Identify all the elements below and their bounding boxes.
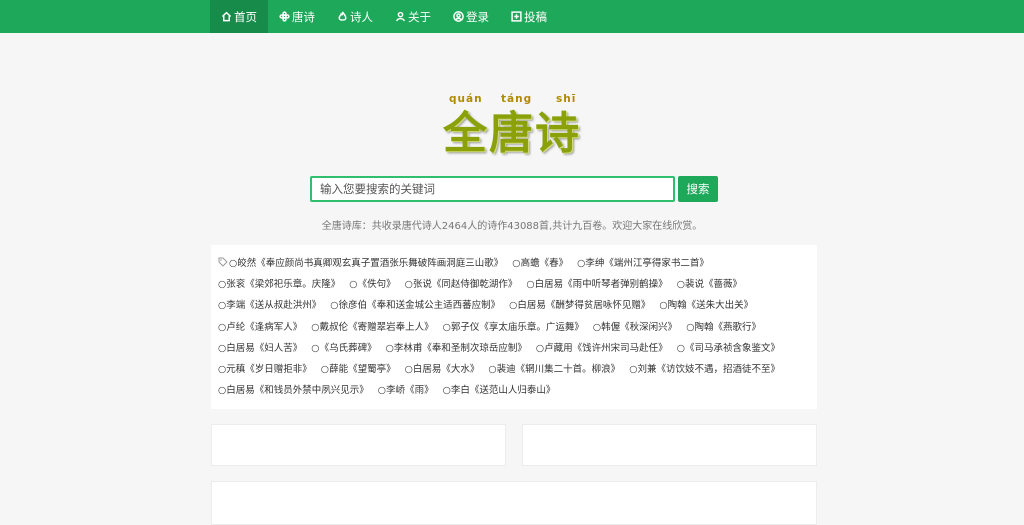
poem-link[interactable]: ○李林甫《奉和圣制次琼岳应制》 <box>386 339 527 360</box>
poem-link[interactable]: ○卢藏用《饯许州宋司马赴任》 <box>536 339 668 360</box>
tag-icon <box>218 257 228 267</box>
nav-item-home[interactable]: 首页 <box>210 0 268 33</box>
poem-link[interactable]: ○卢纶《逢病军人》 <box>218 318 302 339</box>
user-circle-icon <box>453 11 464 22</box>
users-icon <box>396 11 405 22</box>
poem-link-label: ○皎然《奉应颜尚书真卿观玄真子置酒张乐舞破阵画洞庭三山歌》 <box>229 258 504 269</box>
search-button[interactable]: 搜索 <box>678 176 718 202</box>
nav-menu: 首页 唐诗 诗人 关于 登录 投稿 <box>210 0 558 33</box>
poem-link[interactable]: ○刘兼《访饮妓不遇，招酒徒不至》 <box>629 360 780 381</box>
poem-link[interactable]: ○元稹《岁日赠拒非》 <box>218 360 312 381</box>
poem-link[interactable]: ○陶翰《送朱大出关》 <box>659 296 753 317</box>
nav-item-label: 唐诗 <box>292 9 315 24</box>
poem-link[interactable]: ○高蟾《春》 <box>512 254 568 275</box>
nav-item-label: 登录 <box>466 9 489 24</box>
poem-link[interactable]: ○《司马承祯含象鉴文》 <box>677 339 780 360</box>
nav-item-login[interactable]: 登录 <box>442 0 500 33</box>
poem-link[interactable]: ○《乌氏葬碑》 <box>311 339 376 360</box>
pinyin-quan: quán <box>449 93 483 105</box>
poem-link[interactable]: ○白居易《妇人苦》 <box>218 339 302 360</box>
site-logo-title: 全唐诗 <box>443 108 581 159</box>
nav-item-label: 首页 <box>234 9 257 24</box>
poem-link[interactable]: ○《佚句》 <box>349 275 395 296</box>
content-box-right <box>522 424 817 466</box>
poem-link[interactable]: ○白居易《大水》 <box>405 360 480 381</box>
pinyin-shi: shī <box>556 93 577 105</box>
poem-link[interactable]: ○白居易《和钱员外禁中夙兴见示》 <box>218 381 369 402</box>
poem-link[interactable]: ○皎然《奉应颜尚书真卿观玄真子置酒张乐舞破阵画洞庭三山歌》 <box>218 254 503 275</box>
poem-link[interactable]: ○郭子仪《享太庙乐章。广运舞》 <box>443 318 584 339</box>
pinyin-tang: táng <box>501 93 533 105</box>
logo-pinyin: quán táng shī <box>0 93 1024 107</box>
nav-item-tang-poems[interactable]: 唐诗 <box>268 0 326 33</box>
poem-link[interactable]: ○白居易《酬梦得贫居咏怀见赠》 <box>509 296 650 317</box>
flame-icon <box>338 11 347 21</box>
home-icon <box>221 11 232 22</box>
plus-square-icon <box>511 11 522 22</box>
poem-link[interactable]: ○徐彦伯《奉和送金城公主适西蕃应制》 <box>330 296 500 317</box>
content-box-bottom <box>211 481 817 525</box>
poem-link[interactable]: ○李白《送范山人归泰山》 <box>443 381 556 402</box>
poem-link[interactable]: ○陶翰《燕歌行》 <box>686 318 761 339</box>
poem-link[interactable]: ○张衮《梁郊祀乐章。庆隆》 <box>218 275 340 296</box>
random-poems-panel: ○皎然《奉应颜尚书真卿观玄真子置酒张乐舞破阵画洞庭三山歌》 ○高蟾《春》 ○李绅… <box>211 245 817 409</box>
nav-item-submit[interactable]: 投稿 <box>500 0 558 33</box>
site-stats: 全唐诗库：共收录唐代诗人2464人的诗作43088首,共计九百卷。欢迎大家在线欣… <box>321 221 703 232</box>
nav-item-label: 投稿 <box>524 9 547 24</box>
flower-icon <box>279 11 290 22</box>
poem-link[interactable]: ○韩偓《秋深闲兴》 <box>593 318 677 339</box>
poem-link[interactable]: ○裴迪《辋川集二十首。柳浪》 <box>488 360 620 381</box>
nav-item-poets[interactable]: 诗人 <box>326 0 384 33</box>
poem-list: ○皎然《奉应颜尚书真卿观玄真子置酒张乐舞破阵画洞庭三山歌》 ○高蟾《春》 ○李绅… <box>218 254 814 402</box>
poem-link[interactable]: ○李端《送从叔赴洪州》 <box>218 296 321 317</box>
nav-item-label: 诗人 <box>350 9 373 24</box>
nav-item-about[interactable]: 关于 <box>384 0 442 33</box>
content-box-left <box>211 424 506 466</box>
poem-link[interactable]: ○白居易《雨中听琴者弹别鹤操》 <box>526 275 667 296</box>
top-navbar: 首页 唐诗 诗人 关于 登录 投稿 <box>0 0 1024 33</box>
nav-item-label: 关于 <box>408 9 431 24</box>
poem-link[interactable]: ○李峤《雨》 <box>378 381 434 402</box>
poem-link[interactable]: ○戴叔伦《寄赠翠岩奉上人》 <box>311 318 433 339</box>
poem-link[interactable]: ○薛能《望蜀亭》 <box>321 360 396 381</box>
poem-link[interactable]: ○李绅《端州江亭得家书二首》 <box>577 254 709 275</box>
poem-link[interactable]: ○裴说《蔷薇》 <box>677 275 742 296</box>
poem-link[interactable]: ○张说《同赵侍御乾湖作》 <box>405 275 518 296</box>
search-input[interactable] <box>310 176 675 202</box>
